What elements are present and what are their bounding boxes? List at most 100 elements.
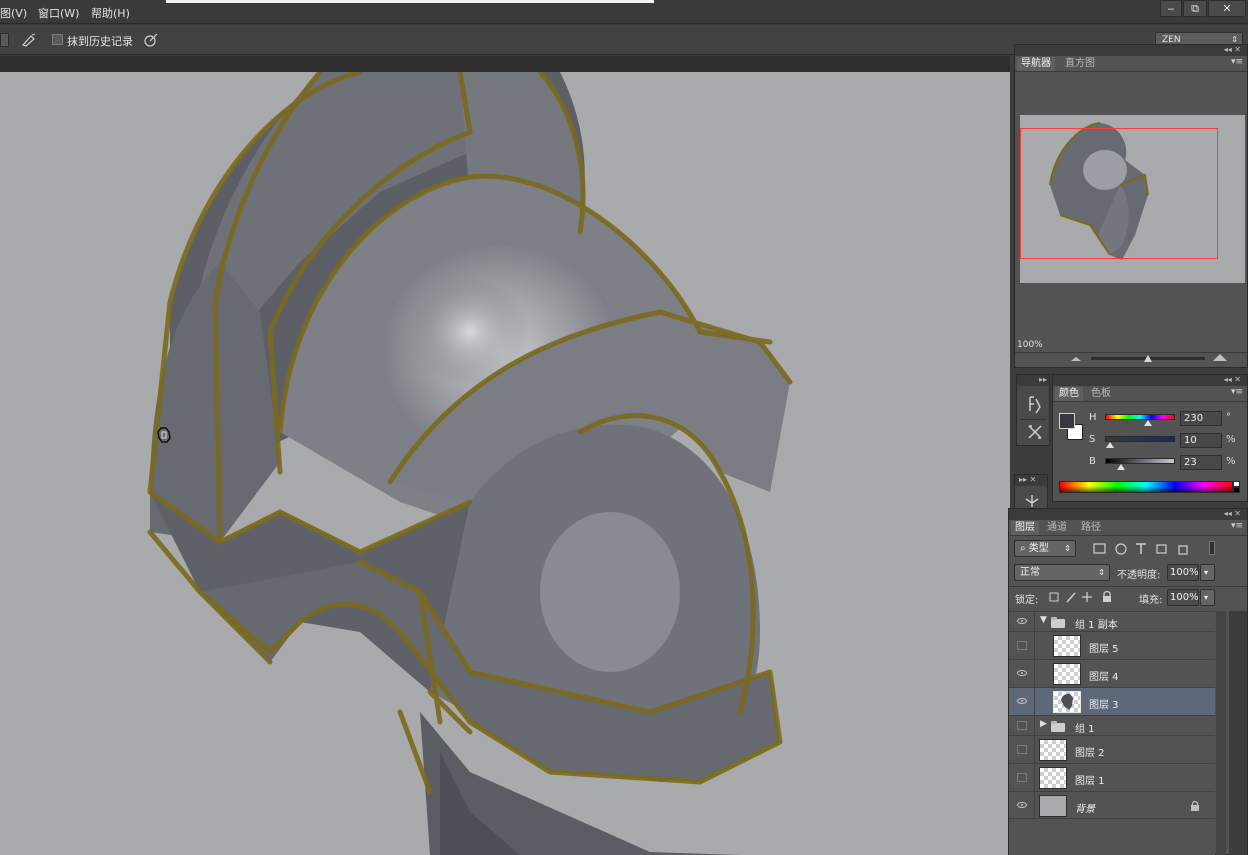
zoom-out-icon[interactable] (1069, 353, 1083, 363)
layer-row-group-1[interactable]: ▶ 组 1 (1009, 715, 1215, 735)
saturation-letter: S (1089, 434, 1096, 445)
smart-object-filter-icon (1178, 545, 1188, 555)
navigator-panel: ◂◂ ✕ 导航器 直方图 ▾≡ 100% (1014, 44, 1248, 368)
saturation-value-field[interactable]: 10 (1180, 433, 1222, 448)
panel-collapse-bar[interactable]: ◂◂ ✕ (1009, 509, 1247, 520)
panel-collapse-bar[interactable]: ◂◂ ✕ (1015, 45, 1247, 56)
navigator-thumbnail[interactable] (1020, 115, 1245, 283)
tab-swatches[interactable]: 色板 (1087, 387, 1115, 401)
opacity-field[interactable]: 100% (1167, 564, 1199, 581)
brightness-slider-handle[interactable] (1117, 464, 1125, 470)
layers-scrollbar[interactable] (1216, 611, 1226, 855)
menu-view[interactable]: 图(V) (0, 5, 27, 21)
close-button[interactable]: ✕ (1208, 0, 1246, 17)
visibility-off-box[interactable] (1017, 745, 1027, 754)
brightness-slider[interactable] (1105, 458, 1175, 464)
opacity-dropdown-icon[interactable]: ▾ (1200, 564, 1215, 581)
erase-history-label: 抹到历史记录 (67, 35, 133, 48)
hue-value-field[interactable]: 230 (1180, 411, 1222, 426)
zoom-in-icon[interactable] (1211, 351, 1229, 363)
hue-slider[interactable] (1105, 414, 1175, 420)
foreground-color-swatch[interactable] (1059, 413, 1075, 429)
visibility-off-box[interactable] (1017, 773, 1027, 782)
color-spectrum-bar[interactable] (1059, 481, 1233, 493)
erase-history-checkbox[interactable] (52, 34, 63, 45)
hue-slider-handle[interactable] (1144, 420, 1152, 426)
tab-navigator[interactable]: 导航器 (1017, 57, 1055, 71)
blend-mode-value: 正常 (1020, 567, 1040, 578)
layer-name: 图层 1 (1075, 776, 1105, 787)
lock-pixels-icon (1066, 592, 1076, 603)
search-icon: ⌕ (1020, 543, 1029, 554)
visibility-eye-icon[interactable] (1017, 670, 1027, 676)
layer-name: 图层 4 (1089, 672, 1119, 683)
panel-menu-icon[interactable]: ▾≡ (1231, 521, 1243, 531)
side-tool-strip-2: ▸▸ ✕ (1014, 474, 1048, 510)
layer-row-3[interactable]: 图层 3 (1009, 687, 1215, 715)
menu-window[interactable]: 窗口(W) (38, 5, 79, 21)
folder-icon (1051, 721, 1065, 732)
navigator-view-box[interactable] (1020, 128, 1218, 259)
layer-list: ▼ 组 1 副本 图层 5 图层 4 图层 3 ▶ 组 1 图层 2 图层 1 … (1009, 611, 1215, 855)
layer-filter-kind[interactable]: ⌕ 类型 ⇕ (1014, 540, 1076, 557)
tab-layers[interactable]: 图层 (1011, 521, 1039, 535)
brightness-value-field[interactable]: 23 (1180, 455, 1222, 470)
collapse-arrow-icon[interactable]: ▶ (1040, 719, 1047, 729)
fill-field[interactable]: 100% (1167, 589, 1199, 606)
opacity-label: 不透明度: (1117, 570, 1161, 581)
tab-color[interactable]: 颜色 (1055, 387, 1083, 401)
layer-row-1[interactable]: 图层 1 (1009, 763, 1215, 791)
restore-button[interactable]: ⧉ (1183, 0, 1207, 17)
navigator-zoom-level[interactable]: 100% (1017, 340, 1043, 350)
layer-name: 图层 2 (1075, 748, 1105, 759)
layer-row-group-copy[interactable]: ▼ 组 1 副本 (1009, 611, 1215, 631)
layer-row-2[interactable]: 图层 2 (1009, 735, 1215, 763)
layer-thumbnail (1053, 663, 1081, 685)
clone-source-icon[interactable] (1023, 493, 1041, 509)
layer-row-4[interactable]: 图层 4 (1009, 659, 1215, 687)
layer-row-background[interactable]: 背景 (1009, 791, 1215, 819)
lock-icon (1191, 800, 1199, 811)
tab-channels[interactable]: 通道 (1043, 521, 1071, 535)
panel-collapse-bar[interactable]: ◂◂ ✕ (1053, 375, 1247, 386)
layer-name: 组 1 副本 (1075, 620, 1118, 631)
color-panel: ◂◂ ✕ 颜色 色板 ▾≡ H 230 ° S 10 % B 23 % (1052, 374, 1248, 502)
saturation-slider-handle[interactable] (1106, 442, 1114, 448)
visibility-eye-icon[interactable] (1017, 618, 1027, 624)
fill-dropdown-icon[interactable]: ▾ (1200, 589, 1215, 606)
expand-arrow-icon[interactable]: ▼ (1040, 615, 1047, 625)
saturation-slider[interactable] (1105, 436, 1175, 442)
menu-help[interactable]: 帮助(H) (91, 5, 130, 21)
brush-panel-icon[interactable] (1026, 395, 1044, 415)
zoom-slider-handle[interactable] (1143, 354, 1153, 363)
blend-mode-dropdown[interactable]: 正常 ⇕ (1014, 564, 1110, 581)
layer-thumbnail (1053, 691, 1081, 713)
saturation-unit: % (1226, 434, 1236, 445)
black-swatch[interactable] (1233, 487, 1240, 493)
tab-paths[interactable]: 路径 (1077, 521, 1105, 535)
panel-menu-icon[interactable]: ▾≡ (1231, 57, 1243, 67)
layer-row-5[interactable]: 图层 5 (1009, 631, 1215, 659)
layer-filter-icons (1093, 543, 1188, 555)
brush-preset-dropdown[interactable] (0, 33, 9, 47)
panel-menu-icon[interactable]: ▾≡ (1231, 387, 1243, 397)
hue-unit: ° (1226, 412, 1231, 423)
pressure-size-icon[interactable] (142, 32, 160, 48)
filter-toggle[interactable] (1209, 541, 1215, 555)
document-canvas[interactable] (0, 72, 1010, 855)
visibility-off-box[interactable] (1017, 721, 1027, 730)
tab-histogram[interactable]: 直方图 (1061, 57, 1099, 71)
visibility-eye-icon[interactable] (1017, 802, 1027, 808)
visibility-off-box[interactable] (1017, 641, 1027, 650)
filter-kind-value: 类型 (1028, 543, 1049, 554)
airbrush-icon[interactable] (20, 32, 38, 48)
minimize-button[interactable]: ‒ (1160, 0, 1182, 17)
brightness-unit: % (1226, 456, 1236, 467)
lock-icons[interactable] (1049, 590, 1117, 604)
lock-all-icon (1103, 596, 1111, 602)
visibility-eye-icon[interactable] (1017, 698, 1027, 704)
shape-filter-icon (1156, 544, 1167, 554)
document-tab-strip (0, 56, 1010, 72)
tool-presets-icon[interactable] (1026, 423, 1044, 441)
hue-letter: H (1089, 412, 1097, 423)
